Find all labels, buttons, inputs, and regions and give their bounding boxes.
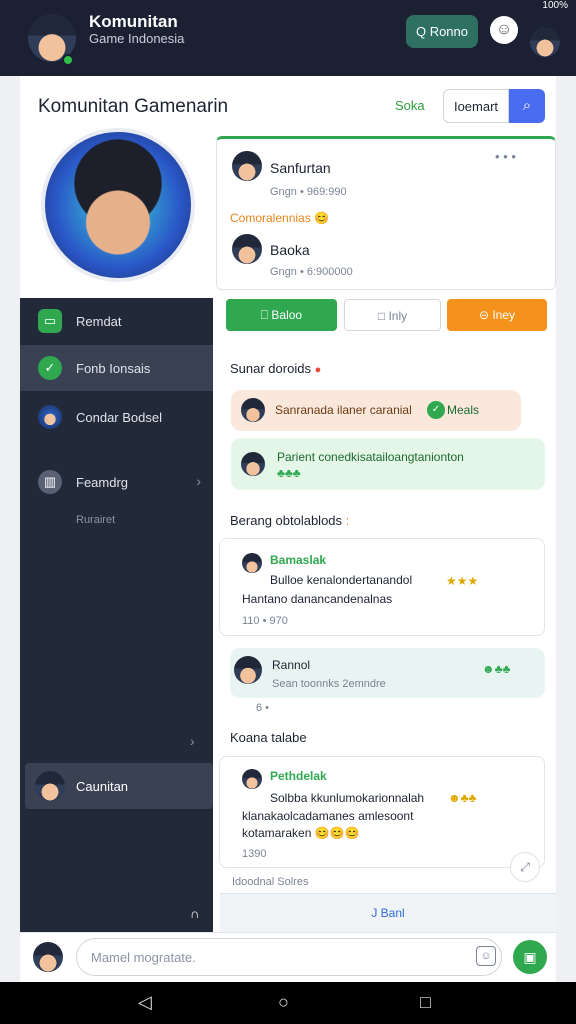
sidebar-sub-label: Rurairet xyxy=(76,514,116,526)
send-icon[interactable]: ▣ xyxy=(513,940,547,974)
load-more-button[interactable]: J Banl xyxy=(220,893,556,932)
section-title-text: Sunar doroids xyxy=(230,361,311,376)
friend-name[interactable]: Sanfurtan xyxy=(270,160,331,176)
pill-text: Parient conedkisatailoangtanionton xyxy=(277,450,464,464)
section-title-text: Berang obtolablods xyxy=(230,513,343,528)
sidebar-user-label: Caunitan xyxy=(76,779,129,794)
sticker-icon[interactable]: ☺ xyxy=(476,946,496,966)
post-meta: 1390 xyxy=(242,848,267,860)
friend-avatar[interactable] xyxy=(232,234,262,264)
avatar xyxy=(242,553,262,573)
chevron-right-icon[interactable]: › xyxy=(190,733,195,749)
friend-meta: Gngn • 6:900000 xyxy=(270,266,353,278)
header-link[interactable]: Soka xyxy=(395,98,425,113)
message-input[interactable]: Mamel mogratate. xyxy=(76,938,502,976)
feed-footer-note: Idoodnal Solres xyxy=(232,876,309,888)
page-title: Komunitan Gamenarin xyxy=(38,96,229,117)
emoji-icon: ♣♣♣ xyxy=(277,466,301,480)
expand-icon[interactable]: ⤢ xyxy=(510,852,540,882)
chat-icon: ▭ xyxy=(38,309,62,333)
avatar xyxy=(241,398,265,422)
post-text: Solbba kkunlumokarionnalah xyxy=(270,791,425,805)
app-subtitle: Game Indonesia xyxy=(89,31,185,46)
feed-pill-orange[interactable]: Sanranada ilaner caranial ✓ Meals xyxy=(231,390,521,431)
feed-pill-green[interactable]: Parient conedkisatailoangtanionton ♣♣♣ xyxy=(231,438,545,490)
app-title: Komunitan xyxy=(89,12,178,31)
smile-icon[interactable]: ☺ xyxy=(490,16,518,44)
online-indicator xyxy=(62,54,74,66)
orange-action-button[interactable]: ⊝ Iney xyxy=(447,299,547,331)
sidebar-item-condar[interactable]: Condar Bodsel xyxy=(20,394,213,440)
pill-tag: Meals xyxy=(447,403,480,417)
emoji-icon: ☻♣♣ xyxy=(482,662,511,676)
hero-avatar-image xyxy=(41,128,195,282)
dot-icon: : xyxy=(345,513,350,528)
sidebar-item-fonb[interactable]: ✓ Fonb Ionsais xyxy=(20,345,213,391)
post-meta: 110 • 970 xyxy=(242,615,288,627)
top-bar xyxy=(0,12,576,76)
avatar xyxy=(241,452,265,476)
battery-text: 100% xyxy=(542,0,568,11)
composer-avatar xyxy=(33,942,63,972)
check-icon: ✓ xyxy=(38,356,62,380)
avatar xyxy=(35,771,65,801)
friend-avatar[interactable] xyxy=(232,151,262,181)
reply-meta: Sean toonnks 2emndre xyxy=(272,678,386,690)
feed-section-title: Koana talabe xyxy=(230,730,307,745)
post-card[interactable]: Bamaslak Bulloe kenalondertanandol Hanta… xyxy=(219,538,545,636)
reply-foot: 6 • xyxy=(256,702,270,714)
post-text: Bulloe kenalondertanandol xyxy=(270,573,413,587)
post-author[interactable]: Bamaslak xyxy=(270,553,326,567)
feed-section-title: Sunar doroids ● xyxy=(230,361,321,376)
post-text: Hantano danancandenalnas xyxy=(242,592,393,606)
topbar-action-button[interactable]: Q Ronno xyxy=(406,15,478,48)
green-action-button[interactable]: ⎕ Baloo xyxy=(226,299,337,331)
avatar-icon xyxy=(38,405,62,429)
feed-section-title: Berang obtolablods : xyxy=(230,513,349,528)
reply-card[interactable]: Rannol Sean toonnks 2emndre ☻♣♣ xyxy=(230,648,545,698)
sidebar-item-label: Remdat xyxy=(76,314,122,329)
back-icon[interactable]: ◁ xyxy=(138,992,152,1013)
post-author[interactable]: Pethdelak xyxy=(270,769,327,783)
home-icon[interactable]: ○ xyxy=(278,992,289,1013)
post-card[interactable]: Pethdelak Solbba kkunlumokarionnalah kla… xyxy=(219,756,545,868)
recent-apps-icon[interactable]: □ xyxy=(420,992,431,1013)
friends-section-label: Comoralennias 😊 xyxy=(230,211,329,225)
sidebar-item-label: Condar Bodsel xyxy=(76,410,162,425)
chart-icon: ▥ xyxy=(38,470,62,494)
notification-dot-icon: ● xyxy=(314,364,322,376)
more-icon[interactable]: • • • xyxy=(495,149,516,164)
sidebar-item-feamdrg[interactable]: ▥ Feamdrg › xyxy=(20,459,213,505)
post-text: kotamaraken 😊😊😊 xyxy=(242,826,360,840)
friend-name[interactable]: Baoka xyxy=(270,242,310,258)
star-icon: ★★★ xyxy=(446,574,479,588)
sidebar-user-item[interactable]: Caunitan xyxy=(25,763,213,809)
pill-text: Sanranada ilaner caranial xyxy=(275,403,412,417)
status-bar: 100% xyxy=(0,0,576,12)
avatar xyxy=(234,656,262,684)
avatar xyxy=(242,769,262,789)
emoji-icon: ☻♣♣ xyxy=(448,791,477,805)
header-input[interactable]: Ioemart xyxy=(443,89,509,123)
sidebar-item-label: Feamdrg xyxy=(76,475,129,490)
badge-icon: ✓ xyxy=(427,401,445,419)
friend-meta: Gngn • 969:990 xyxy=(270,186,347,198)
post-text: klanakaolcadamanes amlesoont xyxy=(242,809,414,823)
sidebar-item-remdat[interactable]: ▭ Remdat xyxy=(20,298,213,344)
reply-author[interactable]: Rannol xyxy=(272,658,310,672)
white-action-button[interactable]: □ Inly xyxy=(344,299,441,331)
sidebar-bottom-icon[interactable]: ∩ xyxy=(190,906,199,921)
sidebar-item-label: Fonb Ionsais xyxy=(76,361,151,376)
chevron-right-icon: › xyxy=(196,473,201,489)
search-icon[interactable]: ⌕ xyxy=(509,89,545,123)
profile-avatar[interactable] xyxy=(530,27,560,57)
